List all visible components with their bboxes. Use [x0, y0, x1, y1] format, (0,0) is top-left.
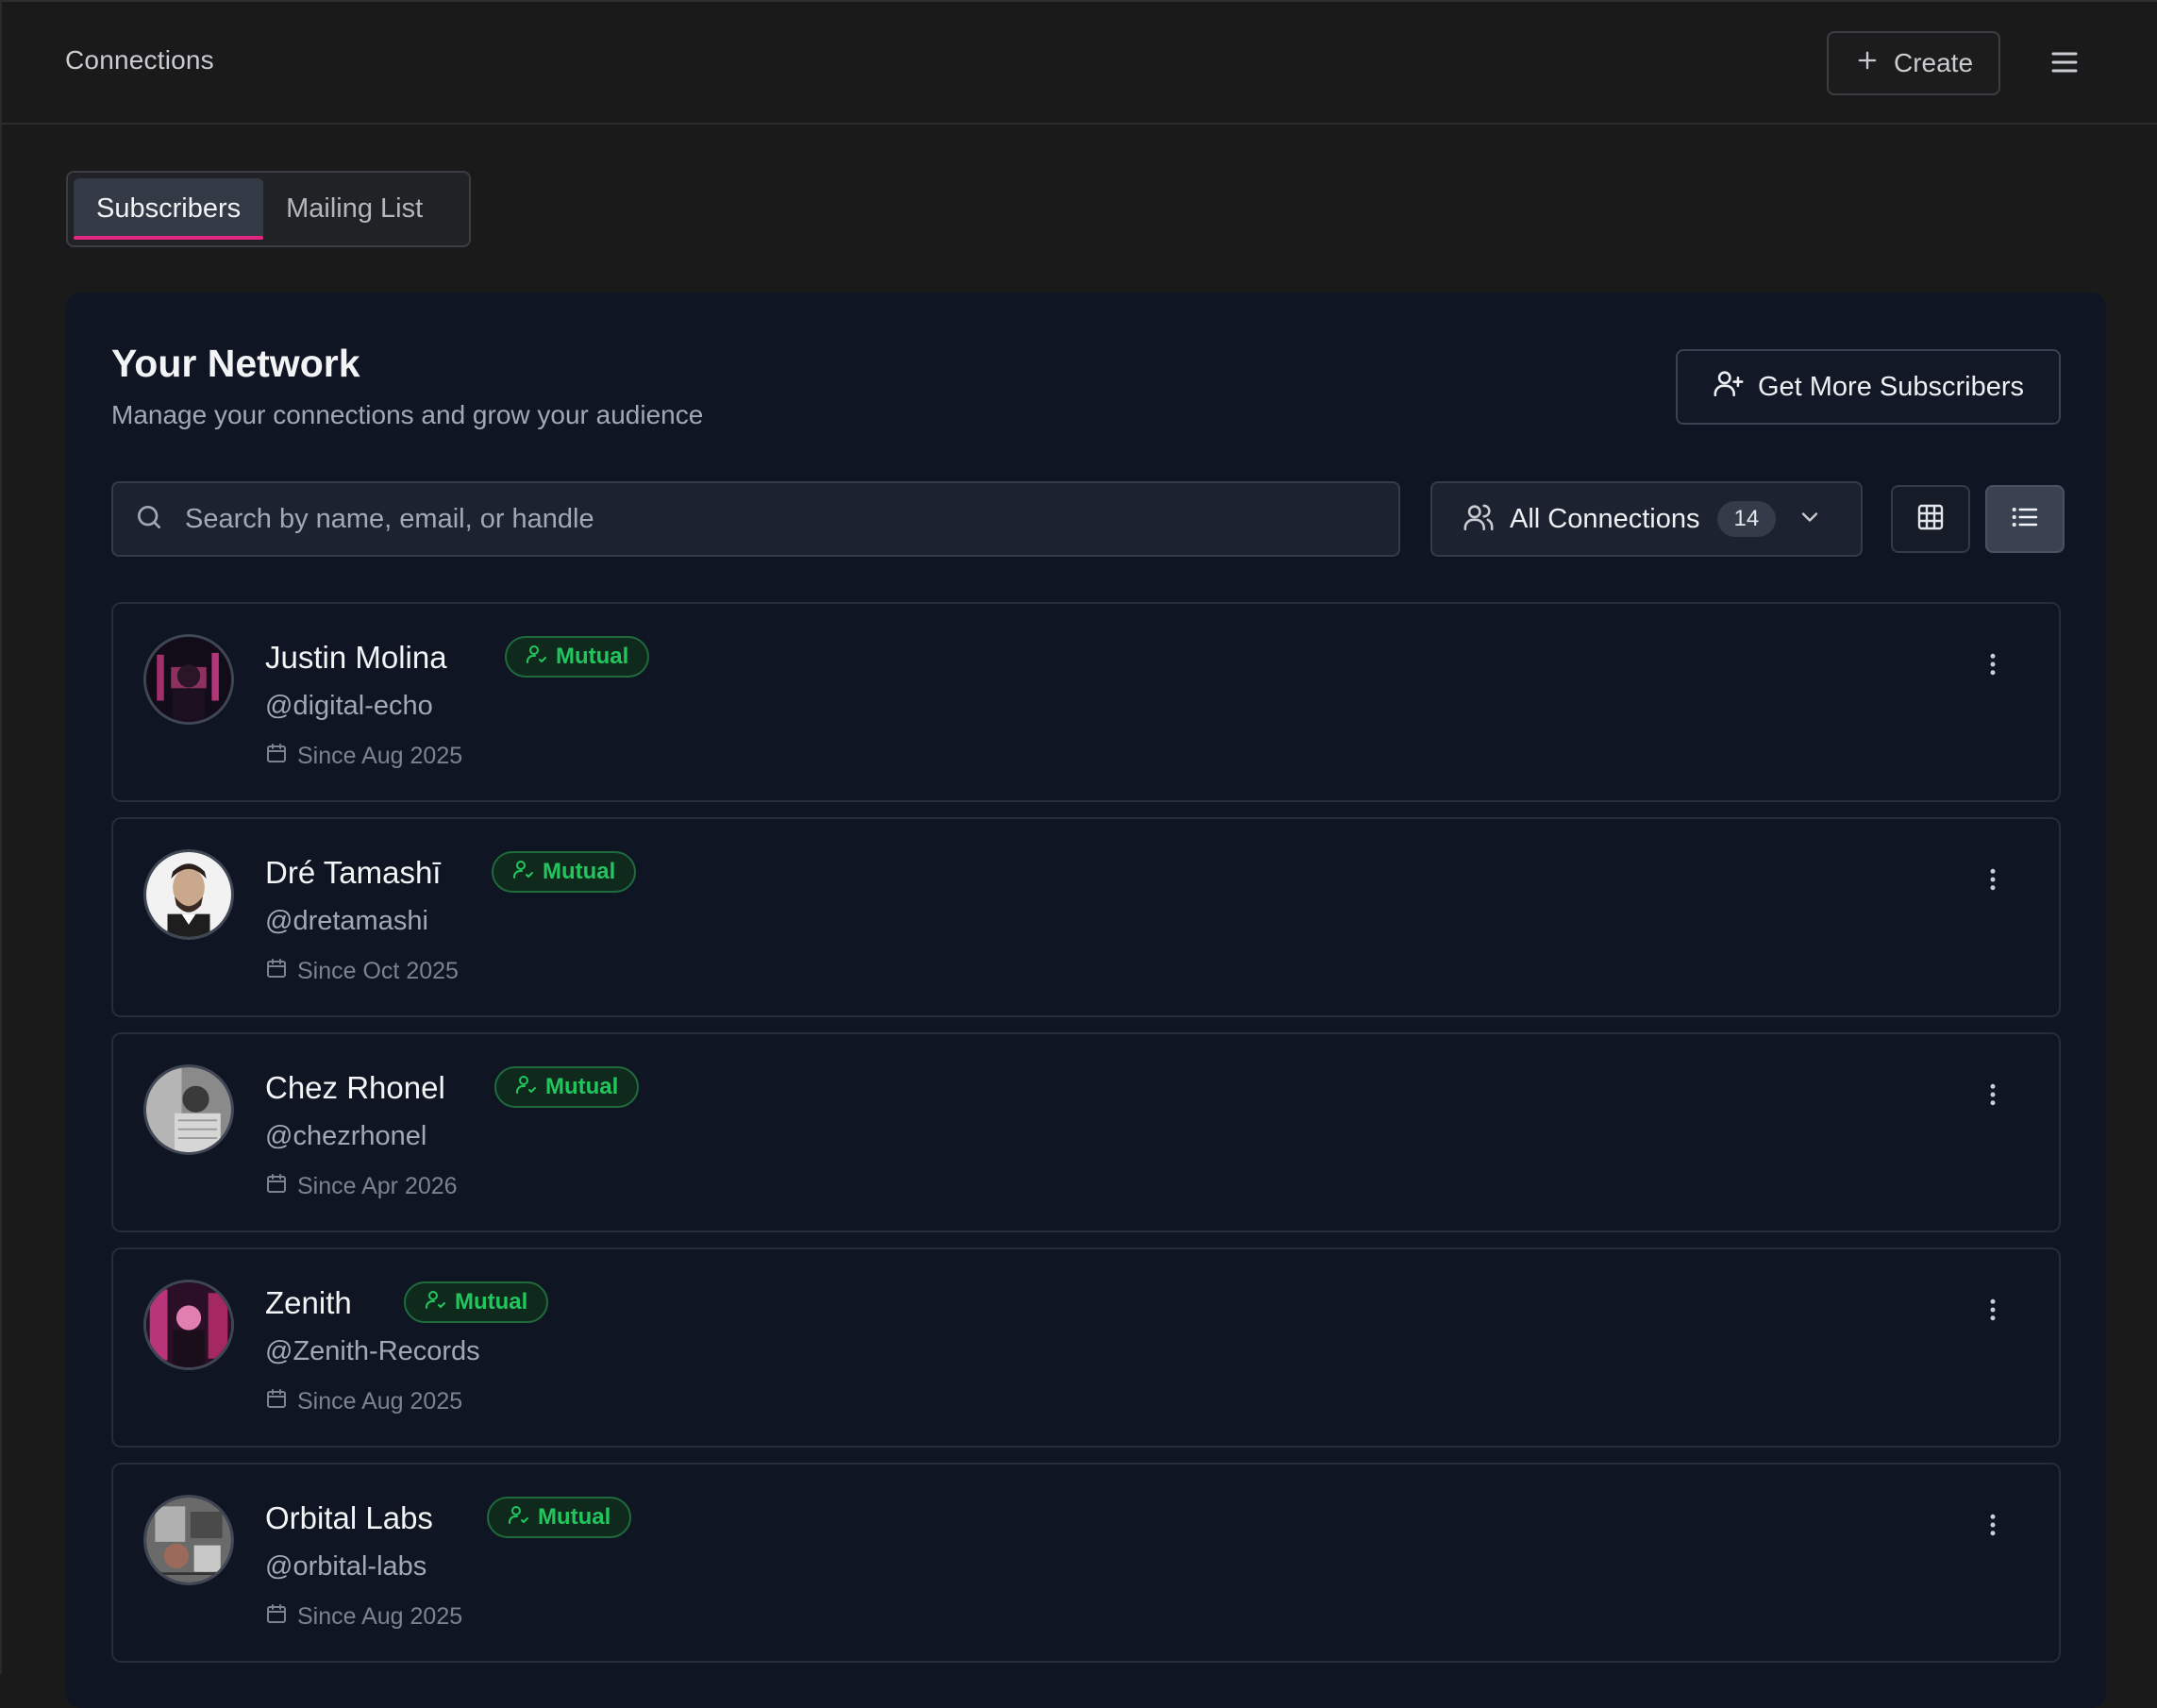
mutual-badge-label: Mutual — [545, 1074, 619, 1099]
avatar[interactable] — [143, 1280, 234, 1370]
search-input[interactable] — [185, 483, 1398, 555]
since-label: Since Apr 2026 — [297, 1173, 458, 1199]
connection-handle: @dretamashi — [265, 906, 428, 936]
since-label: Since Aug 2025 — [297, 743, 463, 769]
more-options-icon[interactable] — [1974, 1506, 2012, 1544]
connection-name[interactable]: Dré Tamashī — [265, 855, 441, 891]
calendar-icon — [265, 1602, 288, 1632]
avatar[interactable] — [143, 1064, 234, 1155]
connections-filter-dropdown[interactable]: All Connections 14 — [1430, 481, 1863, 557]
connection-handle: @Zenith-Records — [265, 1336, 480, 1366]
more-options-icon[interactable] — [1974, 1291, 2012, 1329]
user-check-icon — [508, 1503, 530, 1532]
connection-card[interactable]: Chez Rhonel Mutual @chezrhonel Since Apr… — [111, 1032, 2061, 1232]
filter-label: All Connections — [1510, 503, 1700, 534]
connection-since: Since Aug 2025 — [265, 742, 462, 771]
connection-since: Since Aug 2025 — [265, 1602, 462, 1632]
connection-name[interactable]: Zenith — [265, 1285, 352, 1321]
connection-card[interactable]: Orbital Labs Mutual @orbital-labs Since … — [111, 1463, 2061, 1663]
create-button-label: Create — [1893, 48, 1974, 77]
connection-name[interactable]: Chez Rhonel — [265, 1070, 445, 1106]
tab-mailing-list[interactable]: Mailing List — [263, 178, 445, 240]
page-title: Connections — [65, 45, 214, 75]
connection-card[interactable]: Justin Molina Mutual @digital-echo Since… — [111, 602, 2061, 802]
mutual-badge: Mutual — [404, 1281, 549, 1323]
connection-handle: @digital-echo — [265, 691, 433, 721]
mutual-badge: Mutual — [487, 1497, 632, 1538]
grid-icon — [1915, 502, 1946, 537]
more-options-icon[interactable] — [1974, 861, 2012, 898]
list-icon — [2010, 502, 2040, 537]
connection-card[interactable]: Zenith Mutual @Zenith-Records Since Aug … — [111, 1248, 2061, 1448]
get-more-subscribers-button[interactable]: Get More Subscribers — [1676, 349, 2061, 425]
mutual-badge: Mutual — [505, 636, 650, 678]
avatar[interactable] — [143, 1495, 234, 1585]
calendar-icon — [265, 957, 288, 986]
network-panel: Your Network Manage your connections and… — [66, 293, 2106, 1708]
mutual-badge-label: Mutual — [455, 1289, 528, 1314]
user-check-icon — [526, 643, 548, 672]
list-view-button[interactable] — [1985, 485, 2065, 553]
user-plus-icon — [1713, 367, 1745, 407]
connection-name[interactable]: Justin Molina — [265, 640, 447, 676]
mutual-badge: Mutual — [492, 851, 637, 893]
panel-subtitle: Manage your connections and grow your au… — [111, 400, 704, 429]
connections-count-badge: 14 — [1716, 501, 1777, 537]
mutual-badge-label: Mutual — [538, 1504, 611, 1530]
users-icon — [1463, 501, 1495, 538]
connection-handle: @orbital-labs — [265, 1551, 427, 1582]
mutual-badge-label: Mutual — [556, 644, 629, 669]
chevron-down-icon — [1791, 504, 1823, 535]
calendar-icon — [265, 742, 288, 771]
top-bar: Connections Create — [2, 2, 2157, 125]
tab-bar: Subscribers Mailing List — [66, 171, 471, 247]
mutual-badge: Mutual — [494, 1066, 640, 1108]
mutual-badge-label: Mutual — [543, 859, 616, 884]
more-options-icon[interactable] — [1974, 1076, 2012, 1114]
get-more-subscribers-label: Get More Subscribers — [1757, 371, 2025, 402]
connection-since: Since Aug 2025 — [265, 1387, 462, 1416]
search-icon — [134, 502, 164, 537]
user-check-icon — [425, 1288, 447, 1317]
connection-since: Since Apr 2026 — [265, 1172, 458, 1201]
search-box — [111, 481, 1400, 557]
tab-subscribers[interactable]: Subscribers — [74, 178, 264, 240]
user-check-icon — [512, 858, 535, 887]
since-label: Since Oct 2025 — [297, 958, 459, 984]
connection-since: Since Oct 2025 — [265, 957, 459, 986]
since-label: Since Aug 2025 — [297, 1603, 463, 1630]
user-check-icon — [515, 1073, 538, 1102]
app-window: Connections Create Subscribers Mailing L… — [0, 0, 2157, 1708]
since-label: Since Aug 2025 — [297, 1388, 463, 1415]
connection-name[interactable]: Orbital Labs — [265, 1500, 433, 1536]
grid-view-button[interactable] — [1891, 485, 1970, 553]
connection-handle: @chezrhonel — [265, 1121, 427, 1151]
calendar-icon — [265, 1387, 288, 1416]
hamburger-menu-icon[interactable] — [2044, 42, 2085, 83]
connection-card[interactable]: Dré Tamashī Mutual @dretamashi Since Oct… — [111, 817, 2061, 1017]
avatar[interactable] — [143, 634, 234, 725]
calendar-icon — [265, 1172, 288, 1201]
more-options-icon[interactable] — [1974, 645, 2012, 683]
plus-icon — [1854, 47, 1881, 80]
panel-title: Your Network — [111, 342, 360, 385]
avatar[interactable] — [143, 849, 234, 940]
create-button[interactable]: Create — [1827, 31, 2000, 95]
